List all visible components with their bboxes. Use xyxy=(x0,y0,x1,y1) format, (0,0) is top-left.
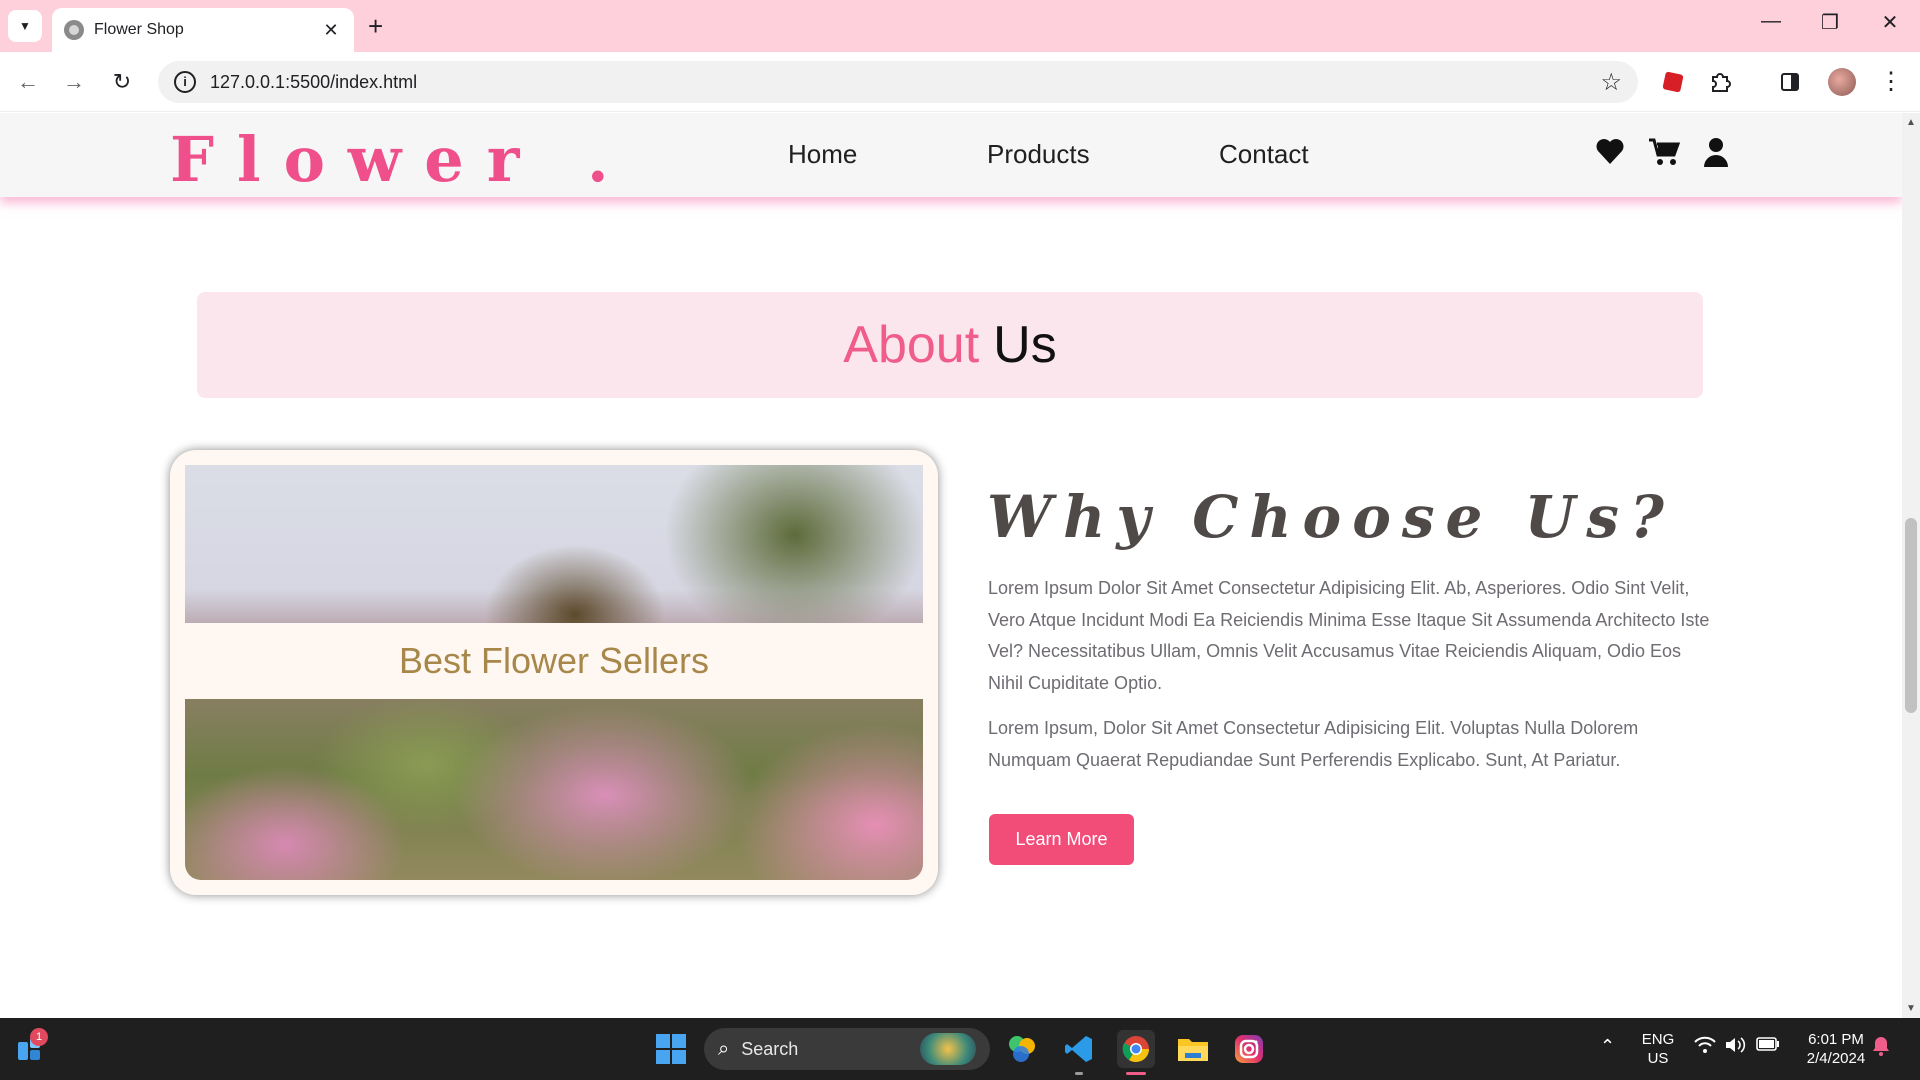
scroll-down-arrow[interactable]: ▼ xyxy=(1906,1003,1916,1014)
about-image-card: Best Flower Sellers xyxy=(170,450,938,895)
site-info-icon[interactable]: i xyxy=(174,71,196,93)
url-text[interactable]: 127.0.0.1:5500/index.html xyxy=(210,72,1600,93)
site-logo[interactable]: Flower . xyxy=(170,123,632,196)
user-icon[interactable] xyxy=(1700,137,1732,171)
tab-title: Flower Shop xyxy=(94,21,184,38)
scroll-thumb[interactable] xyxy=(1905,518,1917,713)
cart-icon[interactable] xyxy=(1648,137,1681,171)
about-paragraph-2: Lorem Ipsum, Dolor Sit Amet Consectetur … xyxy=(988,718,1639,770)
browser-toolbar: ← → ↻ i 127.0.0.1:5500/index.html ☆ ⋮ xyxy=(0,52,1920,112)
chevron-down-icon: ▼ xyxy=(19,19,31,33)
region-code: US xyxy=(1647,1050,1669,1067)
profile-avatar[interactable] xyxy=(1828,68,1856,96)
file-explorer-icon[interactable] xyxy=(1174,1030,1212,1068)
extension-red-icon[interactable] xyxy=(1657,66,1689,98)
puzzle-extensions-icon[interactable] xyxy=(1704,66,1736,98)
why-choose-title: Why Choose Us? xyxy=(987,483,1675,551)
site-header: Flower . Home Products Contact xyxy=(0,113,1902,197)
copilot-icon[interactable] xyxy=(1003,1030,1041,1068)
close-tab-icon[interactable]: ✕ xyxy=(320,20,342,41)
clock-time: 6:01 PM xyxy=(1808,1031,1864,1048)
page-scrollbar[interactable]: ▲ ▼ xyxy=(1902,113,1920,1018)
address-bar[interactable]: i 127.0.0.1:5500/index.html ☆ xyxy=(158,61,1638,103)
volume-icon[interactable] xyxy=(1724,1036,1746,1058)
minimize-button[interactable]: — xyxy=(1751,10,1791,33)
language-code: ENG xyxy=(1641,1031,1675,1048)
clock[interactable]: 6:01 PM 2/4/2024 xyxy=(1792,1030,1880,1068)
chrome-active-indicator xyxy=(1126,1072,1146,1075)
nav-products[interactable]: Products xyxy=(987,139,1090,170)
search-highlight-image xyxy=(920,1033,976,1065)
scroll-up-arrow[interactable]: ▲ xyxy=(1906,117,1916,128)
clock-date: 2/4/2024 xyxy=(1806,1050,1866,1067)
chrome-icon[interactable] xyxy=(1117,1030,1155,1068)
vscode-running-indicator xyxy=(1075,1072,1083,1075)
about-heading-rest: Us xyxy=(993,316,1057,374)
globe-icon xyxy=(64,20,84,40)
wifi-icon[interactable] xyxy=(1694,1036,1716,1059)
vscode-icon[interactable] xyxy=(1060,1030,1098,1068)
nav-home[interactable]: Home xyxy=(788,139,857,170)
about-paragraph-1: Lorem Ipsum Dolor Sit Amet Consectetur A… xyxy=(988,578,1710,693)
chevron-up-icon[interactable]: ⌃ xyxy=(1600,1036,1615,1057)
language-indicator[interactable]: ENG US xyxy=(1640,1030,1676,1068)
tab-search-button[interactable]: ▼ xyxy=(8,10,42,42)
side-panel-icon[interactable] xyxy=(1774,66,1806,98)
nav-contact[interactable]: Contact xyxy=(1219,139,1309,170)
reload-button[interactable]: ↻ xyxy=(106,66,138,98)
page-viewport: Flower . Home Products Contact About Us … xyxy=(0,113,1902,1018)
instagram-icon[interactable] xyxy=(1230,1030,1268,1068)
card-caption: Best Flower Sellers xyxy=(185,623,923,699)
restore-button[interactable]: ❐ xyxy=(1810,10,1850,35)
search-icon: ⌕ xyxy=(718,1037,730,1060)
notification-bell-icon[interactable] xyxy=(1872,1036,1890,1060)
browser-tab-strip: ▼ Flower Shop ✕ + — ❐ ✕ xyxy=(0,0,1920,52)
notification-badge: 1 xyxy=(30,1028,48,1046)
back-button[interactable]: ← xyxy=(12,66,44,98)
new-tab-button[interactable]: + xyxy=(368,12,383,40)
browser-tab[interactable]: Flower Shop ✕ xyxy=(52,8,354,52)
windows-taskbar: ⌕ Search ⌃ ENG US 6:01 PM 2/4/2024 xyxy=(0,1018,1920,1080)
taskbar-search-placeholder: Search xyxy=(741,1038,799,1059)
kebab-menu-icon[interactable]: ⋮ xyxy=(1875,66,1907,98)
forward-button[interactable]: → xyxy=(58,66,90,98)
close-window-button[interactable]: ✕ xyxy=(1870,10,1910,35)
battery-icon[interactable] xyxy=(1756,1036,1780,1056)
learn-more-button[interactable]: Learn More xyxy=(989,814,1134,865)
bookmark-star-icon[interactable]: ☆ xyxy=(1600,68,1622,97)
start-button[interactable] xyxy=(652,1030,690,1068)
about-heading-accent: About xyxy=(843,316,980,374)
taskbar-search[interactable]: ⌕ Search xyxy=(704,1028,990,1070)
heart-icon[interactable] xyxy=(1594,137,1626,171)
about-heading-banner: About Us xyxy=(197,292,1703,398)
